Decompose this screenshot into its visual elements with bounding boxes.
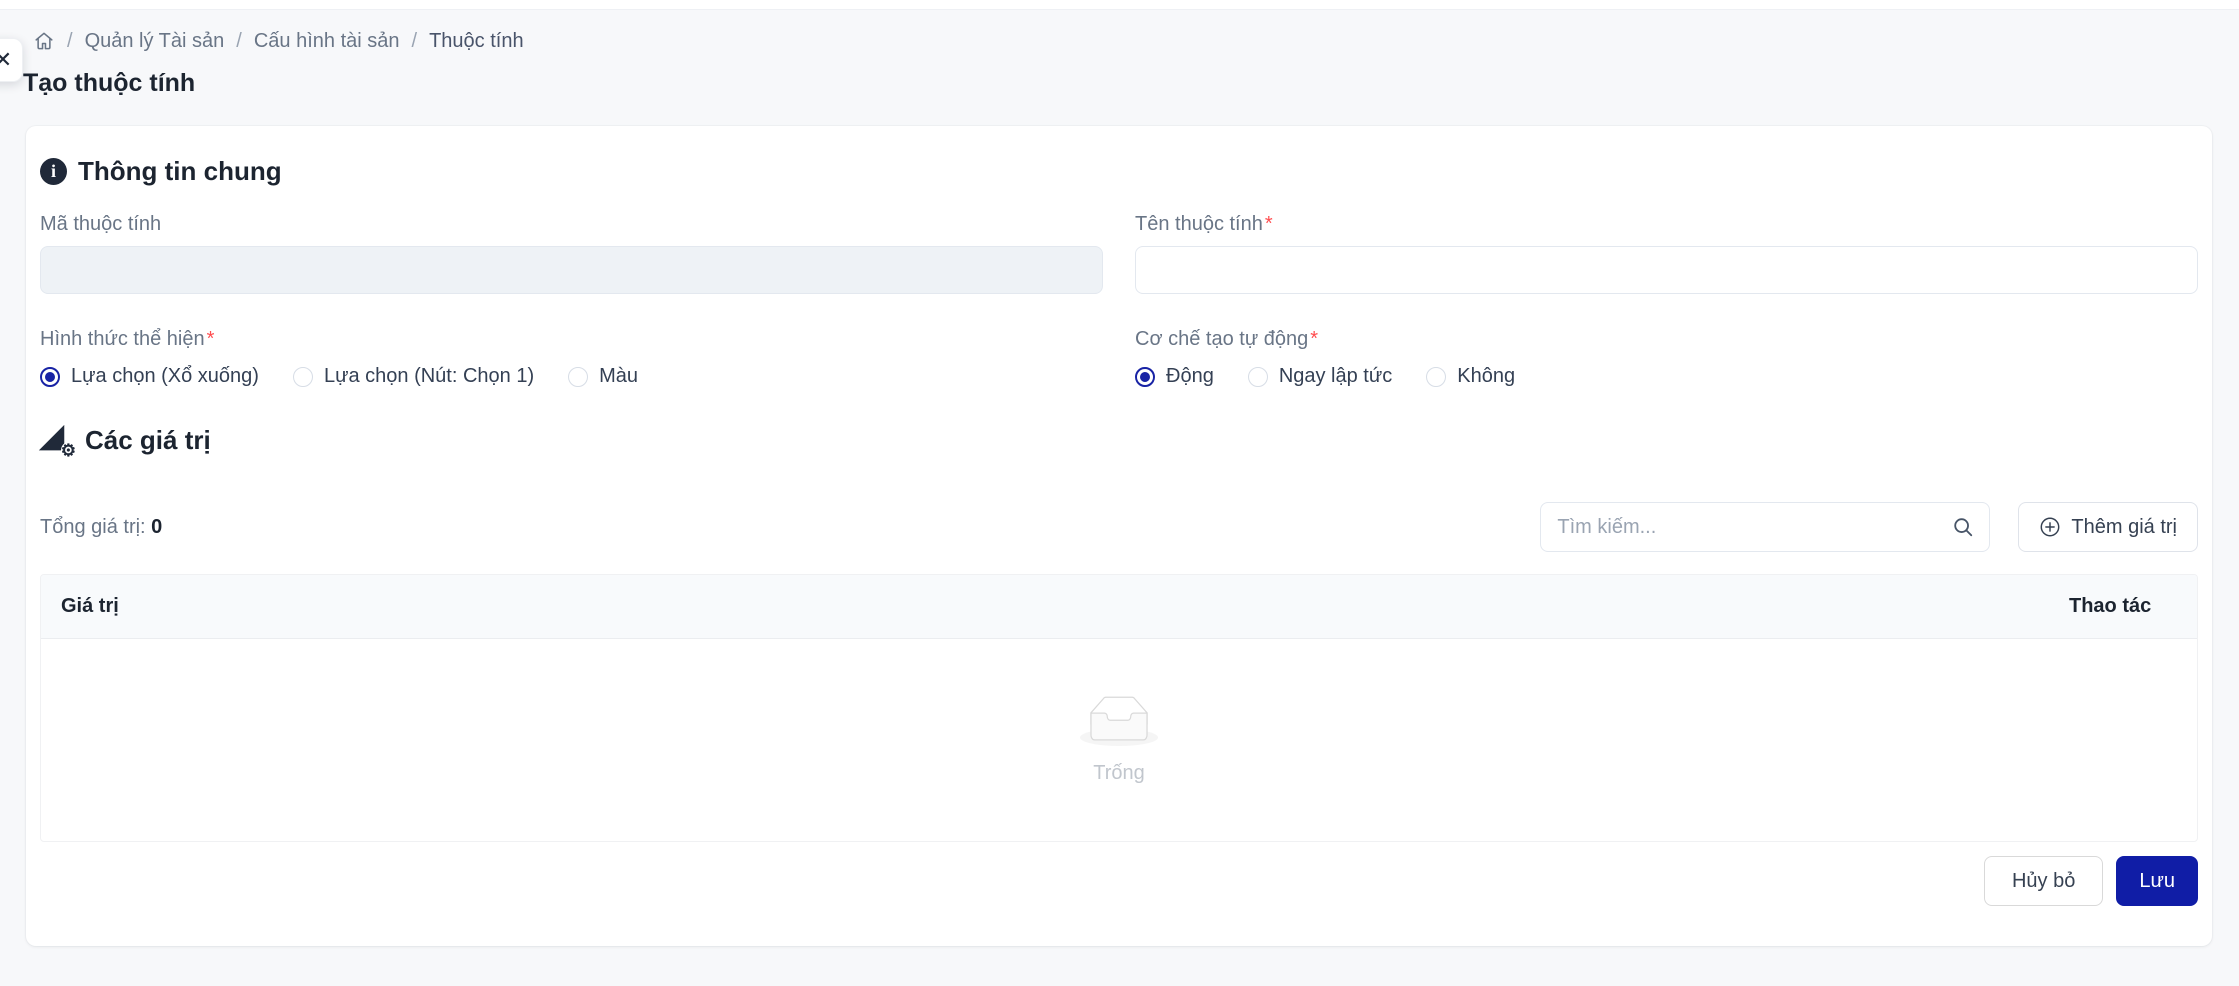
- edge-close-button[interactable]: ✕: [0, 38, 23, 82]
- radio-unchecked-icon: [1248, 367, 1268, 387]
- home-icon[interactable]: [33, 30, 55, 52]
- attribute-name-field-group: Tên thuộc tính*: [1135, 213, 2198, 294]
- info-icon: i: [40, 158, 67, 185]
- attribute-code-input[interactable]: [40, 246, 1103, 294]
- search-input[interactable]: [1540, 502, 1990, 552]
- radio-option-label: Ngay lập tức: [1279, 365, 1392, 388]
- empty-box-icon: [1080, 696, 1158, 752]
- values-table: Giá trị Thao tác Trống: [40, 574, 2198, 842]
- radio-option-immediate[interactable]: Ngay lập tức: [1248, 365, 1392, 388]
- auto-mechanism-field-group: Cơ chế tạo tự động* Động Ngay lập tức Kh…: [1135, 328, 2198, 388]
- radio-option-label: Không: [1457, 365, 1515, 388]
- values-table-empty-body: Trống: [41, 639, 2197, 841]
- total-values-count: 0: [151, 516, 162, 538]
- top-strip: [0, 0, 2239, 10]
- card-footer: Hủy bỏ Lưu: [40, 842, 2198, 906]
- attribute-name-label: Tên thuộc tính*: [1135, 213, 2198, 236]
- breadcrumb-item-asset-config[interactable]: Cấu hình tài sản: [254, 30, 400, 53]
- required-asterisk: *: [1310, 328, 1318, 350]
- breadcrumb-separator: /: [67, 30, 73, 53]
- general-info-section-title: Thông tin chung: [78, 156, 282, 187]
- breadcrumb-separator: /: [236, 30, 242, 53]
- values-table-header: Giá trị Thao tác: [41, 575, 2197, 639]
- add-value-button[interactable]: Thêm giá trị: [2018, 502, 2198, 552]
- radio-unchecked-icon: [568, 367, 588, 387]
- values-section-title: Các giá trị: [85, 425, 211, 456]
- add-value-button-label: Thêm giá trị: [2071, 516, 2177, 539]
- display-type-label: Hình thức thể hiện*: [40, 328, 1103, 351]
- attribute-code-label: Mã thuộc tính: [40, 213, 1103, 236]
- display-type-radio-group: Lựa chọn (Xổ xuống) Lựa chọn (Nút: Chọn …: [40, 365, 1103, 388]
- radio-unchecked-icon: [1426, 367, 1446, 387]
- gear-icon: ⚙: [61, 442, 76, 459]
- toolbar-right: Thêm giá trị: [1540, 502, 2198, 552]
- total-values-text: Tổng giá trị: 0: [40, 516, 162, 539]
- values-section-header: ◢ ⚙ Các giá trị: [40, 424, 2198, 456]
- breadcrumb-item-asset-management[interactable]: Quản lý Tài sản: [85, 30, 225, 53]
- search-box: [1540, 502, 1990, 552]
- radio-option-label: Động: [1166, 365, 1214, 388]
- empty-state-text: Trống: [1093, 762, 1145, 785]
- auto-mechanism-radio-group: Động Ngay lập tức Không: [1135, 365, 2198, 388]
- radio-option-none[interactable]: Không: [1426, 365, 1515, 388]
- breadcrumb-item-attribute[interactable]: Thuộc tính: [429, 30, 524, 53]
- breadcrumb-separator: /: [412, 30, 418, 53]
- save-button[interactable]: Lưu: [2116, 856, 2198, 906]
- required-asterisk: *: [207, 328, 215, 350]
- values-settings-icon: ◢ ⚙: [40, 424, 74, 456]
- close-icon: ✕: [0, 47, 12, 73]
- radio-checked-icon: [1135, 367, 1155, 387]
- general-info-section-header: i Thông tin chung: [40, 156, 2198, 187]
- column-header-value: Giá trị: [41, 595, 2045, 618]
- plus-circle-icon: [2039, 516, 2061, 538]
- radio-option-label: Lựa chọn (Xổ xuống): [71, 365, 259, 388]
- page-title: Tạo thuộc tính: [23, 69, 2239, 98]
- values-toolbar: Tổng giá trị: 0: [40, 502, 2198, 552]
- search-icon[interactable]: [1952, 516, 1974, 544]
- required-asterisk: *: [1265, 213, 1273, 235]
- attribute-name-input[interactable]: [1135, 246, 2198, 294]
- create-attribute-card: i Thông tin chung Mã thuộc tính Tên thuộ…: [26, 126, 2212, 946]
- display-type-field-group: Hình thức thể hiện* Lựa chọn (Xổ xuống) …: [40, 328, 1103, 388]
- radio-unchecked-icon: [293, 367, 313, 387]
- attribute-code-field-group: Mã thuộc tính: [40, 213, 1103, 294]
- column-header-actions: Thao tác: [2045, 595, 2197, 618]
- radio-option-button-single[interactable]: Lựa chọn (Nút: Chọn 1): [293, 365, 534, 388]
- auto-mechanism-label: Cơ chế tạo tự động*: [1135, 328, 2198, 351]
- radio-option-label: Màu: [599, 365, 638, 388]
- radio-option-label: Lựa chọn (Nút: Chọn 1): [324, 365, 534, 388]
- radio-option-color[interactable]: Màu: [568, 365, 638, 388]
- radio-option-dynamic[interactable]: Động: [1135, 365, 1214, 388]
- radio-checked-icon: [40, 367, 60, 387]
- breadcrumb: / Quản lý Tài sản / Cấu hình tài sản / T…: [33, 26, 2239, 56]
- general-info-form: Mã thuộc tính Tên thuộc tính* Hình thức …: [40, 213, 2198, 388]
- cancel-button[interactable]: Hủy bỏ: [1984, 856, 2103, 906]
- radio-option-dropdown[interactable]: Lựa chọn (Xổ xuống): [40, 365, 259, 388]
